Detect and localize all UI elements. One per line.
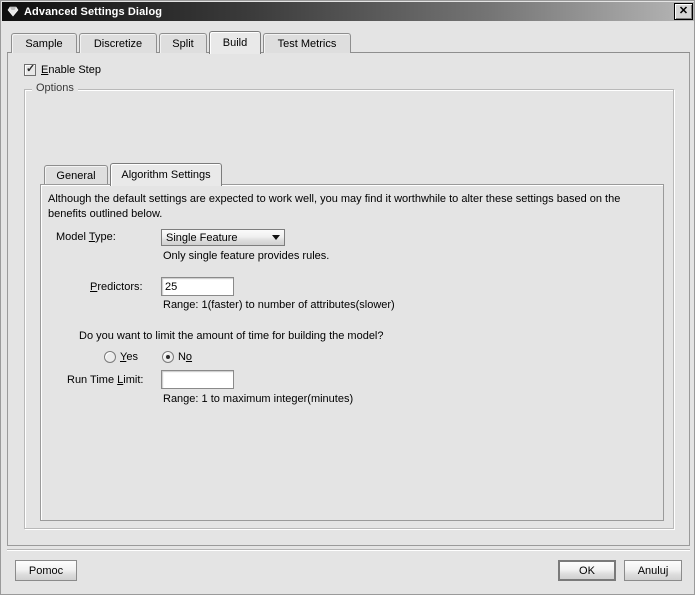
tab-discretize[interactable]: Discretize bbox=[79, 33, 157, 53]
model-type-value: Single Feature bbox=[166, 231, 238, 244]
outer-tabstrip: Sample Discretize Split Build Test Metri… bbox=[7, 31, 690, 54]
tab-test-metrics[interactable]: Test Metrics bbox=[263, 33, 351, 53]
cancel-button[interactable]: Anuluj bbox=[624, 560, 682, 581]
model-type-hint: Only single feature provides rules. bbox=[163, 250, 330, 262]
help-button[interactable]: Pomoc bbox=[15, 560, 77, 581]
tab-build[interactable]: Build bbox=[209, 31, 261, 54]
dialog-button-bar: Pomoc OK Anuluj bbox=[7, 549, 690, 590]
run-time-limit-hint: Range: 1 to maximum integer(minutes) bbox=[163, 393, 354, 405]
options-groupbox-label: Options bbox=[32, 82, 78, 94]
close-icon[interactable]: ✕ bbox=[674, 3, 693, 20]
time-limit-radio-group: Yes No bbox=[104, 351, 216, 363]
radio-circle-selected-icon bbox=[161, 351, 174, 363]
run-time-limit-input[interactable] bbox=[161, 370, 234, 389]
radio-no[interactable]: No bbox=[161, 351, 193, 363]
tab-sample[interactable]: Sample bbox=[11, 33, 77, 53]
radio-circle-icon bbox=[104, 351, 116, 363]
window-title: Advanced Settings Dialog bbox=[24, 5, 163, 18]
chevron-down-icon bbox=[267, 235, 284, 240]
build-tab-panel: ✓ Enable Step Options General Algorithm … bbox=[7, 53, 690, 546]
tab-split[interactable]: Split bbox=[159, 33, 207, 53]
predictors-label: Predictors: bbox=[90, 281, 143, 293]
ok-button[interactable]: OK bbox=[558, 560, 616, 581]
model-type-label: Model Type: bbox=[56, 231, 116, 243]
tab-general[interactable]: General bbox=[44, 165, 108, 185]
inner-tabstrip: General Algorithm Settings bbox=[40, 163, 664, 186]
radio-yes-label: Yes bbox=[120, 351, 138, 363]
advanced-settings-dialog: Advanced Settings Dialog ✕ Sample Discre… bbox=[0, 0, 695, 595]
settings-description: Although the default settings are expect… bbox=[48, 193, 621, 220]
predictors-hint: Range: 1(faster) to number of attributes… bbox=[163, 299, 395, 311]
diamond-app-icon bbox=[7, 6, 19, 17]
run-time-limit-label: Run Time Limit: bbox=[67, 374, 144, 386]
enable-step-label: Enable Step bbox=[41, 64, 101, 76]
checkmark-icon: ✓ bbox=[26, 63, 36, 75]
titlebar: Advanced Settings Dialog ✕ bbox=[2, 2, 694, 21]
enable-step-checkbox[interactable]: ✓ Enable Step bbox=[24, 63, 101, 76]
radio-yes[interactable]: Yes bbox=[104, 351, 138, 363]
predictors-input[interactable] bbox=[161, 277, 234, 296]
radio-no-label: No bbox=[177, 351, 193, 363]
time-limit-question: Do you want to limit the amount of time … bbox=[79, 330, 384, 342]
tab-algorithm-settings[interactable]: Algorithm Settings bbox=[110, 163, 222, 186]
checkbox-icon: ✓ bbox=[24, 63, 36, 76]
model-type-dropdown[interactable]: Single Feature bbox=[161, 229, 285, 246]
